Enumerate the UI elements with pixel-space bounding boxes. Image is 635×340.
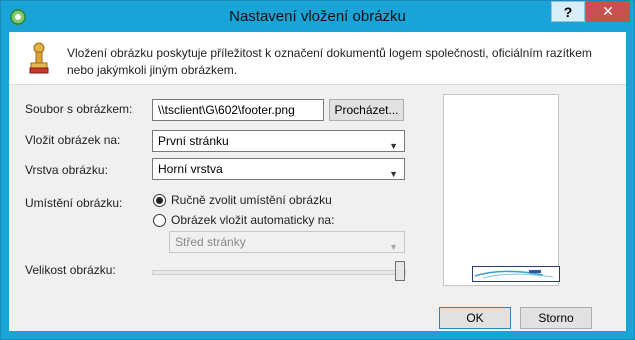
insert-on-select[interactable]: První stránku ▼	[152, 130, 405, 152]
info-header: Vložení obrázku poskytuje příležitost k …	[9, 32, 626, 85]
file-label: Soubor s obrázkem:	[25, 102, 133, 116]
layer-value: Horní vrstva	[158, 162, 223, 176]
footer-image-preview	[472, 266, 560, 282]
chevron-down-icon: ▼	[389, 141, 398, 151]
chevron-down-icon: ▼	[389, 169, 398, 179]
auto-placement-label[interactable]: Obrázek vložit automaticky na:	[171, 213, 334, 227]
placement-label: Umístění obrázku:	[25, 196, 123, 210]
auto-placement-radio[interactable]	[153, 214, 166, 227]
stamp-icon	[27, 42, 51, 78]
manual-placement-radio[interactable]	[153, 194, 166, 207]
title-bar[interactable]: Nastavení vložení obrázku ? ✕	[1, 1, 634, 32]
dialog-window: Nastavení vložení obrázku ? ✕ Vložení ob…	[0, 0, 635, 340]
auto-position-value: Střed stránky	[175, 235, 246, 249]
dialog-body: Vložení obrázku poskytuje příležitost k …	[9, 32, 626, 331]
insert-on-value: První stránku	[158, 134, 229, 148]
window-title: Nastavení vložení obrázku	[229, 8, 406, 25]
intro-text: Vložení obrázku poskytuje příležitost k …	[67, 46, 592, 77]
size-slider-track[interactable]	[152, 270, 406, 275]
size-slider-thumb[interactable]	[395, 261, 405, 281]
file-path-input[interactable]: \\tsclient\G\602\footer.png	[152, 99, 324, 121]
layer-label: Vrstva obrázku:	[25, 163, 108, 177]
auto-position-select[interactable]: Střed stránky ▼	[169, 231, 405, 253]
layer-select[interactable]: Horní vrstva ▼	[152, 158, 405, 180]
help-button[interactable]: ?	[551, 1, 585, 22]
manual-placement-label[interactable]: Ručně zvolit umístění obrázku	[171, 193, 332, 207]
cancel-button[interactable]: Storno	[520, 307, 592, 329]
insert-on-label: Vložit obrázek na:	[25, 133, 121, 147]
close-button[interactable]: ✕	[586, 1, 630, 22]
chevron-down-icon: ▼	[389, 242, 398, 252]
size-label: Velikost obrázku:	[25, 263, 116, 277]
ok-button[interactable]: OK	[439, 307, 511, 329]
page-preview	[443, 94, 560, 286]
browse-button[interactable]: Procházet...	[329, 99, 404, 121]
